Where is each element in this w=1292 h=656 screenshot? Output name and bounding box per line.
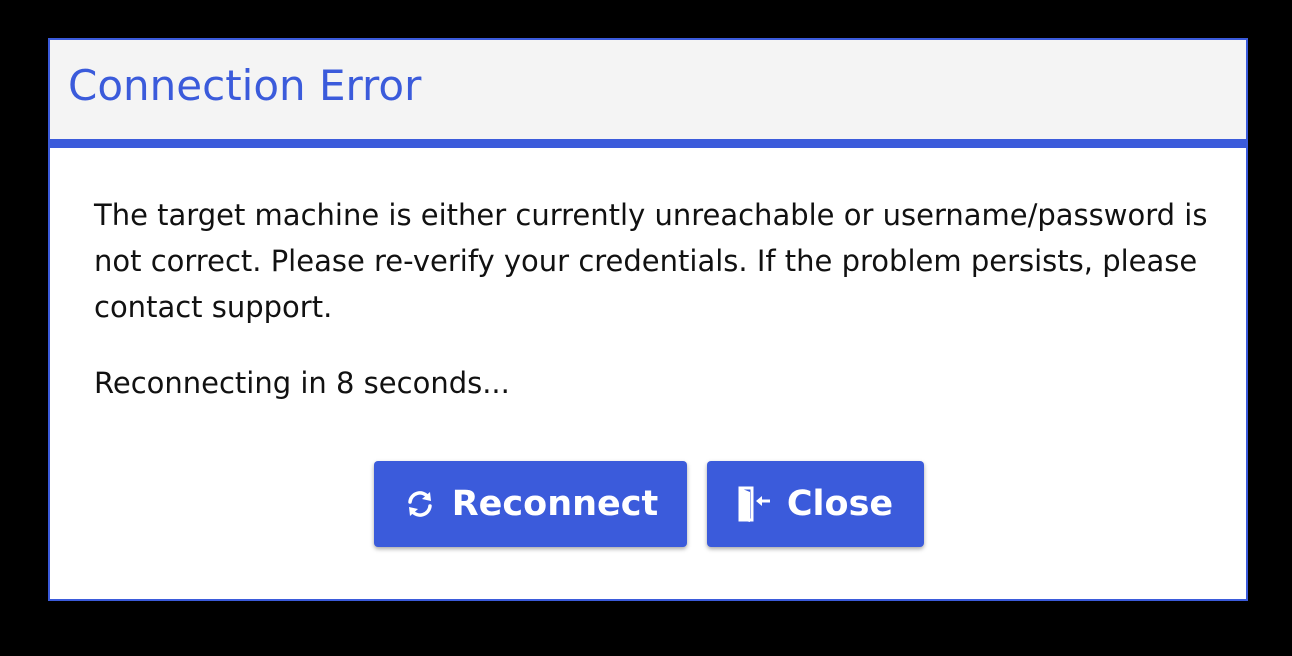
connection-error-dialog: Connection Error The target machine is e… <box>48 38 1248 601</box>
reconnect-button[interactable]: Reconnect <box>373 461 687 547</box>
close-label: Close <box>786 484 894 524</box>
dialog-body: The target machine is either currently u… <box>50 148 1246 406</box>
exit-door-icon <box>737 486 773 522</box>
reconnect-label: Reconnect <box>451 484 659 524</box>
dialog-header: Connection Error <box>50 40 1246 148</box>
close-button[interactable]: Close <box>706 461 924 547</box>
dialog-actions: Reconnect Close <box>50 461 1246 547</box>
refresh-icon <box>402 486 438 522</box>
dialog-title: Connection Error <box>68 61 422 110</box>
error-message: The target machine is either currently u… <box>94 198 1208 324</box>
reconnect-countdown: Reconnecting in 8 seconds... <box>94 366 510 400</box>
